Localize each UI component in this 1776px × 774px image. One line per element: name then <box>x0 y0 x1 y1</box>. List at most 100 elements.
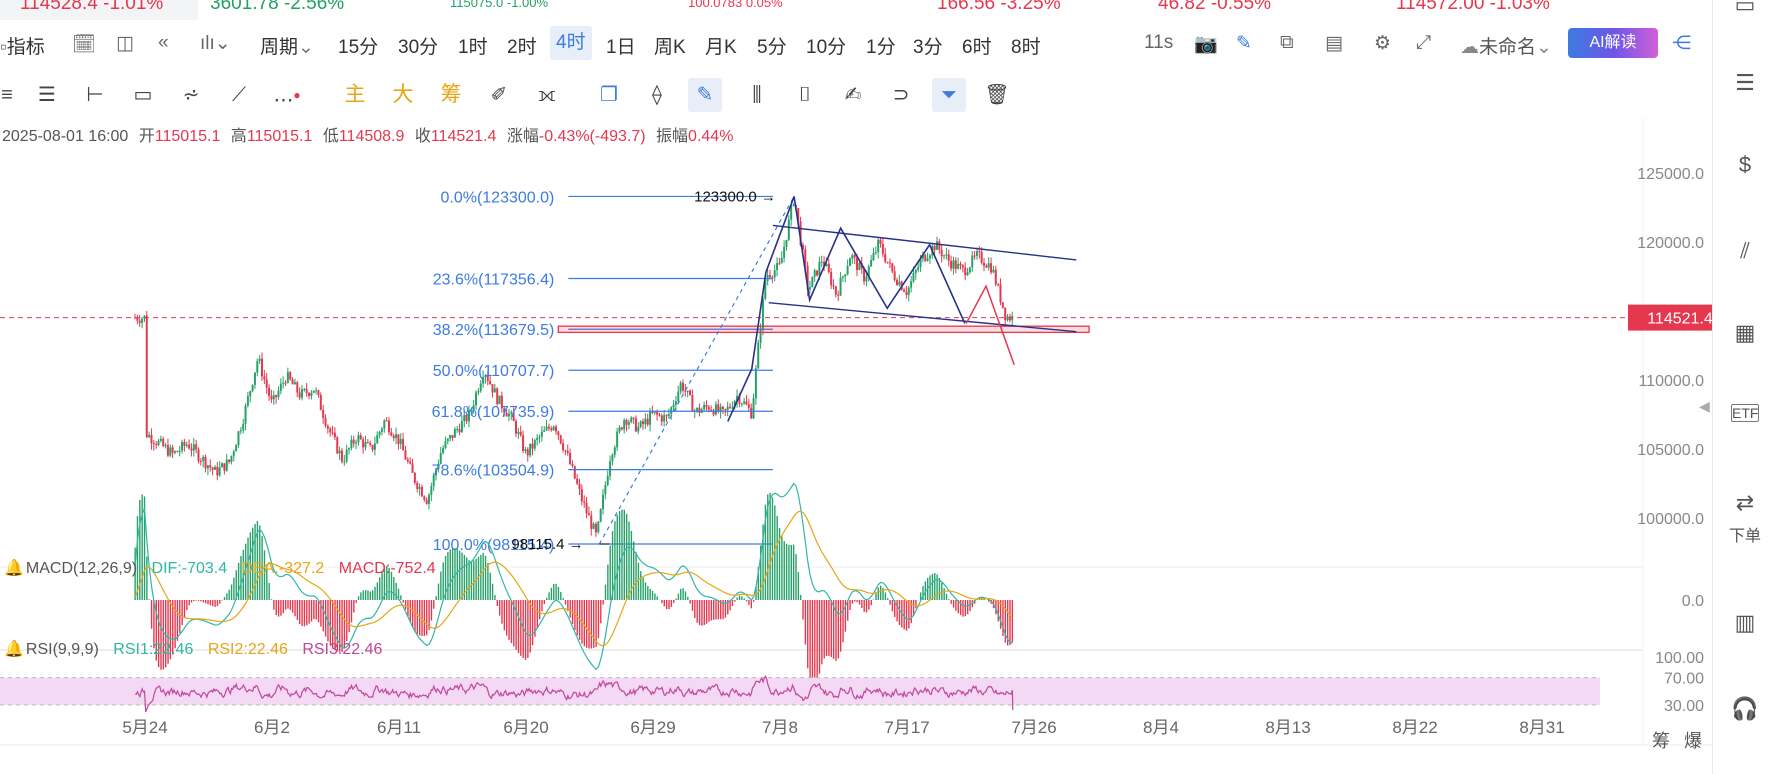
candle-body <box>717 404 720 412</box>
macd-dif-value: -703.4 <box>181 560 228 577</box>
candle-body <box>150 434 153 444</box>
candle-body <box>837 294 840 296</box>
bell-icon[interactable]: 🔔 <box>4 560 24 577</box>
collapse-handle-icon[interactable]: ◀ <box>1699 398 1710 415</box>
trend-chart-icon[interactable]: ⫽ <box>1727 238 1763 264</box>
candle-body <box>644 418 647 425</box>
candle-body <box>383 420 386 429</box>
candle-body <box>1001 302 1004 308</box>
candle-body <box>284 382 287 384</box>
candle-body <box>752 398 755 419</box>
candle-body <box>522 435 525 452</box>
order-label[interactable]: 下单 <box>1727 522 1763 546</box>
rsi-band <box>0 677 1600 705</box>
candle-body <box>618 427 621 432</box>
candle-body <box>816 270 819 276</box>
candle-body <box>300 389 303 398</box>
candle-body <box>315 390 318 392</box>
candle-body <box>884 253 887 262</box>
exchange-icon[interactable]: ⇄ <box>1727 490 1763 516</box>
candle-body <box>425 499 428 504</box>
candle-body <box>637 426 640 432</box>
candle-body <box>844 274 847 277</box>
candle-body <box>388 420 390 433</box>
candle-body <box>202 456 205 461</box>
candle-body <box>660 415 663 422</box>
macd-dea-value: -327.2 <box>278 560 325 577</box>
rsi-legend: 🔔 RSI(9,9,9) RSI1:22.46 RSI2:22.46 RSI3:2… <box>4 639 392 659</box>
candle-body <box>658 414 661 416</box>
candle-body <box>729 406 732 408</box>
candle-body <box>853 255 856 258</box>
candle-body <box>390 432 393 436</box>
macd-hist: MACD:-752.4 <box>339 560 436 577</box>
rsi-tick-label: 100.00 <box>1655 650 1704 667</box>
x-tick-label: 7月17 <box>884 718 929 737</box>
candle-body <box>632 417 635 419</box>
candle-body <box>562 443 565 451</box>
chip-toggle[interactable]: 筹 <box>1652 727 1670 753</box>
candle-body <box>783 246 786 258</box>
candle-body <box>585 502 588 514</box>
candle-body <box>968 267 971 273</box>
candle-body <box>298 392 301 398</box>
candle-body <box>872 252 875 261</box>
candle-body <box>569 452 572 464</box>
candle-body <box>964 267 967 276</box>
candle-body <box>630 417 633 423</box>
candle-body <box>698 407 701 413</box>
x-tick-label: 7月26 <box>1011 718 1056 737</box>
candle-body <box>536 437 539 441</box>
candle-body <box>891 263 894 272</box>
rsi1: RSI1:22.46 <box>113 641 193 658</box>
candle-body <box>667 414 670 417</box>
rsi-title: RSI(9,9,9) <box>25 641 99 658</box>
candle-body <box>355 442 358 444</box>
high-annotation: 123300.0 → <box>694 188 776 205</box>
candle-body <box>613 447 616 455</box>
document-icon[interactable]: ☰ <box>1727 70 1763 96</box>
candle-body <box>343 461 346 463</box>
candle-body <box>665 415 668 417</box>
panels-icon[interactable]: ▥ <box>1727 610 1763 636</box>
candle-body <box>573 466 576 479</box>
candle-body <box>769 275 771 278</box>
window-icon[interactable]: ▭ <box>1727 0 1763 18</box>
candle-body <box>538 436 541 438</box>
candle-body <box>656 411 659 415</box>
candle-body <box>444 441 447 449</box>
candle-body <box>148 434 151 438</box>
macd-title: MACD(12,26,9) <box>25 560 138 577</box>
macd-dif-label: DIF: <box>151 560 182 577</box>
candle-body <box>832 285 835 287</box>
candle-body <box>540 431 543 437</box>
fib-level-label: 78.6%(103504.9) <box>432 463 555 480</box>
candle-body <box>322 410 325 418</box>
candle-body <box>371 444 374 450</box>
etf-icon[interactable]: ETF <box>1731 404 1759 422</box>
fib-zone-rect <box>557 325 1090 334</box>
candle-body <box>418 486 421 489</box>
rsi3-label: RSI3: <box>302 641 343 658</box>
bell-icon[interactable]: 🔔 <box>4 641 24 658</box>
y-tick-label: 100000.0 <box>1637 511 1704 528</box>
macd-legend: 🔔 MACD(12,26,9) DIF:-703.4 DEA:-327.2 MAC… <box>4 558 446 578</box>
candle-body <box>827 263 830 272</box>
candle-body <box>879 239 882 244</box>
candle-body <box>818 261 821 276</box>
monitor-chart-icon[interactable]: ▦ <box>1727 320 1763 346</box>
candle-body <box>491 384 494 393</box>
candle-body <box>990 263 993 273</box>
candle-body <box>223 463 226 471</box>
candle-body <box>213 466 216 470</box>
candle-body <box>543 430 546 432</box>
dollar-doc-icon[interactable]: $ <box>1727 152 1763 178</box>
candle-body <box>564 450 567 452</box>
candle-body <box>971 255 974 268</box>
candle-body <box>592 523 595 529</box>
burst-toggle[interactable]: 爆 <box>1684 727 1702 753</box>
fib-level-label: 61.8%(107735.9) <box>432 404 555 421</box>
headset-icon[interactable]: 🎧 <box>1727 696 1763 722</box>
candle-body <box>159 438 162 441</box>
candle-body <box>576 478 579 484</box>
